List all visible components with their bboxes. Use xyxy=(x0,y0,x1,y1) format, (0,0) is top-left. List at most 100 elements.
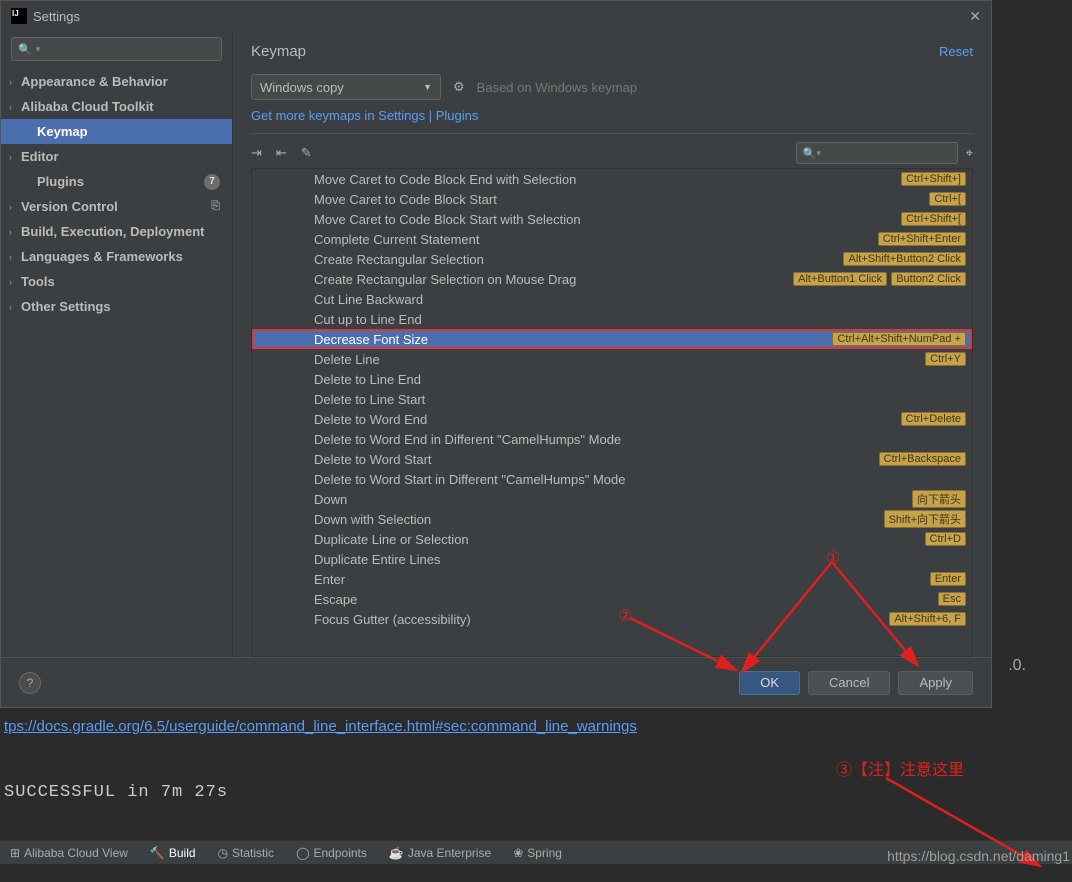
help-button[interactable]: ? xyxy=(19,672,41,694)
action-name: Delete Line xyxy=(314,352,380,367)
action-row[interactable]: Cut up to Line End xyxy=(252,309,972,329)
action-row[interactable]: Create Rectangular Selection on Mouse Dr… xyxy=(252,269,972,289)
action-row[interactable]: Duplicate Line or Selection Ctrl+D xyxy=(252,529,972,549)
shortcut: Ctrl+Y xyxy=(925,352,966,366)
action-row[interactable]: Delete to Word Start in Different "Camel… xyxy=(252,469,972,489)
action-row[interactable]: Cut Line Backward xyxy=(252,289,972,309)
action-name: Move Caret to Code Block Start xyxy=(314,192,497,207)
tab-icon: ☕ xyxy=(389,846,404,860)
sidebar-item[interactable]: ›Appearance & Behavior xyxy=(1,69,232,94)
main-panel: Keymap Reset Windows copy ▼ ⚙ Based on W… xyxy=(233,31,991,657)
action-row[interactable]: Delete to Word End in Different "CamelHu… xyxy=(252,429,972,449)
apply-button[interactable]: Apply xyxy=(898,671,973,695)
action-row[interactable]: Create Rectangular SelectionAlt+Shift+Bu… xyxy=(252,249,972,269)
sidebar-item[interactable]: Plugins7 xyxy=(1,169,232,194)
action-name: Duplicate Entire Lines xyxy=(314,552,440,567)
sidebar-item[interactable]: ›Alibaba Cloud Toolkit xyxy=(1,94,232,119)
sidebar-search[interactable]: 🔍 ▾ xyxy=(11,37,222,61)
action-name: Cut Line Backward xyxy=(314,292,423,307)
action-name: Cut up to Line End xyxy=(314,312,422,327)
key-badge: Shift+向下箭头 xyxy=(884,510,966,528)
console-text: .0. xyxy=(1008,654,1026,678)
action-row[interactable]: EnterEnter xyxy=(252,569,972,589)
action-list[interactable]: Move Caret to Code Block End with Select… xyxy=(251,168,973,657)
edit-icon[interactable]: ✎ xyxy=(301,145,312,161)
action-row[interactable]: Complete Current StatementCtrl+Shift+Ent… xyxy=(252,229,972,249)
find-by-shortcut-icon[interactable]: ⌖ xyxy=(966,145,973,161)
console-link[interactable]: tps://docs.gradle.org/6.5/userguide/comm… xyxy=(4,718,637,735)
action-row[interactable]: Delete to Line Start xyxy=(252,389,972,409)
tab-label: Spring xyxy=(527,846,562,860)
plugins-link[interactable]: Get more keymaps in Settings | Plugins xyxy=(251,108,973,123)
action-row[interactable]: Delete to Word EndCtrl+Delete xyxy=(252,409,972,429)
dialog-title: Settings xyxy=(33,9,80,24)
action-name: Duplicate Line or Selection xyxy=(314,532,469,547)
key-badge: Ctrl+Alt+Shift+NumPad + xyxy=(832,332,966,346)
action-name: Escape xyxy=(314,592,357,607)
sidebar-item[interactable]: ›Languages & Frameworks xyxy=(1,244,232,269)
sidebar-item[interactable]: ›Other Settings xyxy=(1,294,232,319)
reset-link[interactable]: Reset xyxy=(939,44,973,59)
action-row[interactable]: Delete to Word Start Ctrl+Backspace xyxy=(252,449,972,469)
sidebar-item[interactable]: ›Version Control⎘ xyxy=(1,194,232,219)
action-name: Delete to Line End xyxy=(314,372,421,387)
cancel-button[interactable]: Cancel xyxy=(808,671,890,695)
based-on-text: Based on Windows keymap xyxy=(477,80,637,95)
sidebar-item-label: Keymap xyxy=(37,124,88,139)
key-badge: Ctrl+Backspace xyxy=(879,452,966,466)
action-row[interactable]: Focus Gutter (accessibility) Alt+Shift+6,… xyxy=(252,609,972,629)
sidebar-item[interactable]: Keymap xyxy=(1,119,232,144)
close-icon[interactable]: ✕ xyxy=(969,8,981,25)
dropdown-value: Windows copy xyxy=(260,80,344,95)
tab-label: Build xyxy=(169,846,196,860)
sidebar-item[interactable]: ›Editor xyxy=(1,144,232,169)
keymap-dropdown[interactable]: Windows copy ▼ xyxy=(251,74,441,100)
shortcut: 向下箭头 xyxy=(912,490,966,508)
action-name: Delete to Word End xyxy=(314,412,427,427)
tab-icon: ❀ xyxy=(513,846,523,860)
action-row[interactable]: Down向下箭头 xyxy=(252,489,972,509)
key-badge: Ctrl+Y xyxy=(925,352,966,366)
action-row[interactable]: Move Caret to Code Block End with Select… xyxy=(252,169,972,189)
action-row[interactable]: Delete to Line End xyxy=(252,369,972,389)
bottom-tab[interactable]: 🔨 Build xyxy=(150,846,196,860)
action-row[interactable]: Move Caret to Code Block Start Ctrl+[ xyxy=(252,189,972,209)
watermark: https://blog.csdn.net/daming1 xyxy=(887,848,1070,864)
bottom-tab[interactable]: ◷Statistic xyxy=(218,846,275,860)
action-row[interactable]: Duplicate Entire Lines xyxy=(252,549,972,569)
key-badge: Alt+Shift+6, F xyxy=(889,612,966,626)
action-name: Move Caret to Code Block End with Select… xyxy=(314,172,576,187)
gear-icon[interactable]: ⚙ xyxy=(453,79,465,95)
shortcut: Ctrl+Shift+Enter xyxy=(878,232,966,246)
action-name: Delete to Word Start xyxy=(314,452,432,467)
shortcut: Esc xyxy=(938,592,966,606)
action-row[interactable]: Move Caret to Code Block Start with Sele… xyxy=(252,209,972,229)
expand-all-icon[interactable]: ⇥ xyxy=(251,145,262,161)
bottom-tab[interactable]: ❀ Spring xyxy=(513,846,562,860)
tab-icon: 🔨 xyxy=(150,846,165,860)
action-name: Create Rectangular Selection on Mouse Dr… xyxy=(314,272,576,287)
shortcut: Alt+Shift+6, F xyxy=(889,612,966,626)
shortcut: Ctrl+[ xyxy=(929,192,966,206)
ok-button[interactable]: OK xyxy=(739,671,800,695)
copy-icon: ⎘ xyxy=(211,200,220,213)
action-row[interactable]: Escape Esc xyxy=(252,589,972,609)
keymap-search[interactable]: 🔍 ▾ xyxy=(796,142,958,164)
sidebar-item-label: Editor xyxy=(21,149,59,164)
shortcut: Ctrl+D xyxy=(925,532,966,546)
collapse-all-icon[interactable]: ⇤ xyxy=(276,145,287,161)
bottom-tab[interactable]: ◯Endpoints xyxy=(296,846,367,860)
action-name: Focus Gutter (accessibility) xyxy=(314,612,471,627)
bottom-tab[interactable]: ⊞Alibaba Cloud View xyxy=(10,846,128,860)
chevron-right-icon: › xyxy=(9,227,12,237)
divider xyxy=(251,133,973,134)
bottom-tab[interactable]: ☕Java Enterprise xyxy=(389,846,491,860)
sidebar-item[interactable]: ›Build, Execution, Deployment xyxy=(1,219,232,244)
action-row[interactable]: Down with SelectionShift+向下箭头 xyxy=(252,509,972,529)
sidebar-item[interactable]: ›Tools xyxy=(1,269,232,294)
chevron-right-icon: › xyxy=(9,77,12,87)
action-row[interactable]: Delete Line Ctrl+Y xyxy=(252,349,972,369)
action-row[interactable]: Decrease Font SizeCtrl+Alt+Shift+NumPad … xyxy=(252,329,972,349)
shortcut: Ctrl+Backspace xyxy=(879,452,966,466)
shortcut: Shift+向下箭头 xyxy=(884,510,966,528)
